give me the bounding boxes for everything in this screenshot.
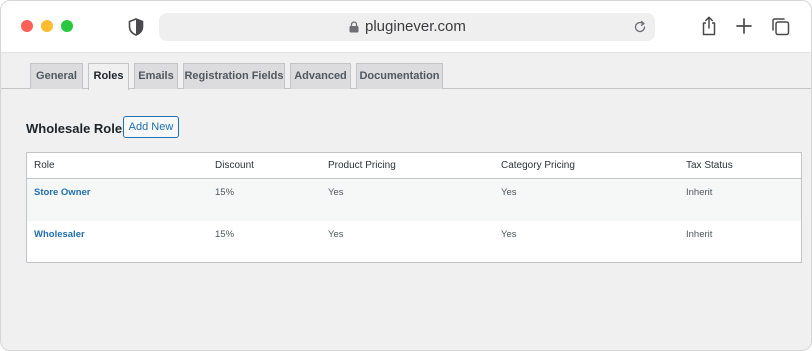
share-icon[interactable] <box>701 16 717 36</box>
column-header-tax-status: Tax Status <box>686 160 733 171</box>
url-text: pluginever.com <box>365 18 466 35</box>
tabs-icon[interactable] <box>771 17 790 36</box>
table-header: Role Discount Product Pricing Category P… <box>27 153 801 179</box>
reload-icon[interactable] <box>633 20 647 34</box>
tab-roles[interactable]: Roles <box>88 63 129 90</box>
browser-toolbar: pluginever.com <box>1 1 811 53</box>
tab-general[interactable]: General <box>30 63 83 89</box>
column-header-category-pricing: Category Pricing <box>501 160 575 171</box>
tab-advanced[interactable]: Advanced <box>290 63 351 89</box>
product-pricing-cell: Yes <box>328 187 344 198</box>
shield-icon[interactable] <box>128 18 144 36</box>
product-pricing-cell: Yes <box>328 229 344 240</box>
role-link[interactable]: Store Owner <box>34 187 91 198</box>
column-header-product-pricing: Product Pricing <box>328 160 396 171</box>
column-header-role: Role <box>34 160 55 171</box>
settings-tabs: General Roles Emails Registration Fields… <box>1 53 811 90</box>
tab-documentation[interactable]: Documentation <box>356 63 443 89</box>
tax-status-cell: Inherit <box>686 187 713 198</box>
table-row: Wholesaler 15% Yes Yes Inherit <box>27 221 801 263</box>
browser-window: pluginever.com General Roles Emails Regi… <box>0 0 812 351</box>
plus-icon[interactable] <box>736 18 752 34</box>
tax-status-cell: Inherit <box>686 229 713 240</box>
tab-emails[interactable]: Emails <box>134 63 178 89</box>
category-pricing-cell: Yes <box>501 229 517 240</box>
roles-table: Role Discount Product Pricing Category P… <box>26 152 802 263</box>
category-pricing-cell: Yes <box>501 187 517 198</box>
lock-icon <box>349 21 359 33</box>
add-new-button[interactable]: Add New <box>123 116 179 138</box>
minimize-window-button[interactable] <box>41 20 53 32</box>
discount-cell: 15% <box>215 229 235 240</box>
section-title: Wholesale Roles <box>26 121 130 136</box>
role-link[interactable]: Wholesaler <box>34 229 85 240</box>
address-bar[interactable]: pluginever.com <box>159 13 655 41</box>
close-window-button[interactable] <box>21 20 33 32</box>
tab-registration-fields[interactable]: Registration Fields <box>183 63 285 89</box>
maximize-window-button[interactable] <box>61 20 73 32</box>
table-row: Store Owner 15% Yes Yes Inherit <box>27 179 801 221</box>
column-header-discount: Discount <box>215 160 254 171</box>
discount-cell: 15% <box>215 187 235 198</box>
